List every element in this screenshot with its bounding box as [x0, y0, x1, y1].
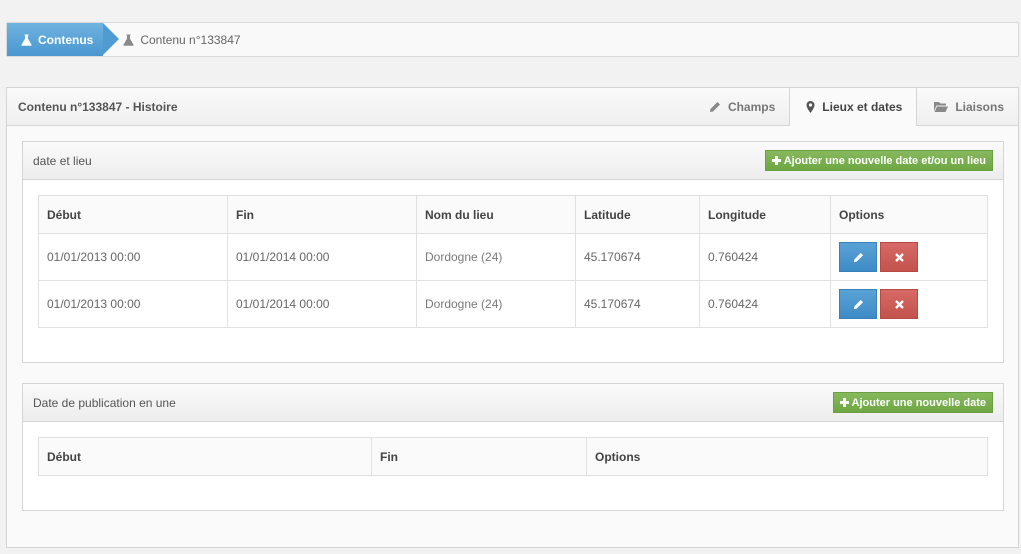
cell-latitude: 45.170674: [575, 233, 700, 281]
col-options: Options: [830, 195, 988, 234]
col-debut: Début: [38, 195, 228, 234]
breadcrumb-current-label: Contenu n°133847: [140, 32, 241, 47]
content-panel: Contenu n°133847 - Histoire Champs Lieux…: [6, 87, 1019, 548]
cell-latitude: 45.170674: [575, 280, 700, 328]
publication-header: Date de publication en une Ajouter une n…: [23, 384, 1003, 422]
breadcrumb-contenus-label: Contenus: [38, 32, 94, 47]
col-fin: Fin: [371, 437, 587, 476]
tab-champs-label: Champs: [727, 99, 776, 114]
tab-lieux-et-dates-label: Lieux et dates: [822, 100, 903, 114]
tab-liaisons-label: Liaisons: [955, 99, 1004, 114]
table-header-row: Début Fin Nom du lieu Latitude Longitude…: [38, 195, 988, 234]
add-publication-date-button[interactable]: Ajouter une nouvelle date: [832, 392, 993, 413]
dates-lieux-table: Début Fin Nom du lieu Latitude Longitude…: [38, 195, 988, 328]
table-row: 01/01/2013 00:00 01/01/2014 00:00 Dordog…: [38, 280, 988, 328]
cell-longitude: 0.760424: [699, 280, 831, 328]
dates-lieux-header: date et lieu Ajouter une nouvelle date e…: [23, 142, 1003, 180]
add-date-lieu-button[interactable]: Ajouter une nouvelle date et/ou un lieu: [764, 150, 993, 171]
cell-debut: 01/01/2013 00:00: [38, 280, 228, 328]
add-publication-date-label: Ajouter une nouvelle date: [851, 396, 986, 409]
cell-options: [830, 280, 988, 328]
cell-nom-lieu: Dordogne (24): [416, 233, 576, 281]
panel-title: Contenu n°133847 - Histoire: [18, 99, 178, 114]
dates-lieux-title: date et lieu: [33, 153, 92, 168]
publication-title: Date de publication en une: [33, 395, 176, 410]
cell-options: [830, 233, 988, 281]
tab-liaisons[interactable]: Liaisons: [917, 88, 1018, 125]
tab-lieux-et-dates[interactable]: Lieux et dates: [789, 88, 918, 126]
col-fin: Fin: [227, 195, 417, 234]
pencil-icon: [709, 101, 720, 112]
cell-debut: 01/01/2013 00:00: [38, 233, 228, 281]
add-date-lieu-label: Ajouter une nouvelle date et/ou un lieu: [783, 154, 986, 167]
edit-button[interactable]: [839, 242, 877, 272]
breadcrumb-contenus[interactable]: Contenus: [7, 23, 120, 56]
table-header-row: Début Fin Options: [38, 437, 988, 476]
col-debut: Début: [38, 437, 372, 476]
breadcrumb: Contenus Contenu n°133847: [6, 22, 1019, 57]
flask-icon: [123, 34, 134, 46]
panel-header: Contenu n°133847 - Histoire Champs Lieux…: [7, 88, 1018, 126]
close-icon: [894, 299, 904, 309]
col-latitude: Latitude: [575, 195, 700, 234]
tab-bar: Champs Lieux et dates Liaisons: [692, 88, 1018, 126]
cell-nom-lieu: Dordogne (24): [416, 280, 576, 328]
publication-table: Début Fin Options: [38, 437, 988, 476]
pencil-icon: [853, 252, 863, 262]
flask-icon: [21, 34, 32, 46]
cell-fin: 01/01/2014 00:00: [227, 233, 417, 281]
delete-button[interactable]: [880, 242, 918, 272]
cell-fin: 01/01/2014 00:00: [227, 280, 417, 328]
plus-icon: [771, 156, 781, 165]
close-icon: [894, 252, 904, 262]
plus-icon: [839, 398, 849, 407]
map-marker-icon: [806, 101, 815, 113]
table-row: 01/01/2013 00:00 01/01/2014 00:00 Dordog…: [38, 233, 988, 281]
col-longitude: Longitude: [699, 195, 831, 234]
pencil-icon: [853, 299, 863, 309]
tab-champs[interactable]: Champs: [692, 88, 789, 125]
delete-button[interactable]: [880, 289, 918, 319]
cell-longitude: 0.760424: [699, 233, 831, 281]
breadcrumb-current: Contenu n°133847: [123, 32, 241, 47]
col-options: Options: [586, 437, 988, 476]
edit-button[interactable]: [839, 289, 877, 319]
col-nom-lieu: Nom du lieu: [416, 195, 576, 234]
folder-icon: [934, 102, 949, 112]
dates-lieux-widget: date et lieu Ajouter une nouvelle date e…: [22, 141, 1004, 363]
publication-widget: Date de publication en une Ajouter une n…: [22, 383, 1004, 511]
